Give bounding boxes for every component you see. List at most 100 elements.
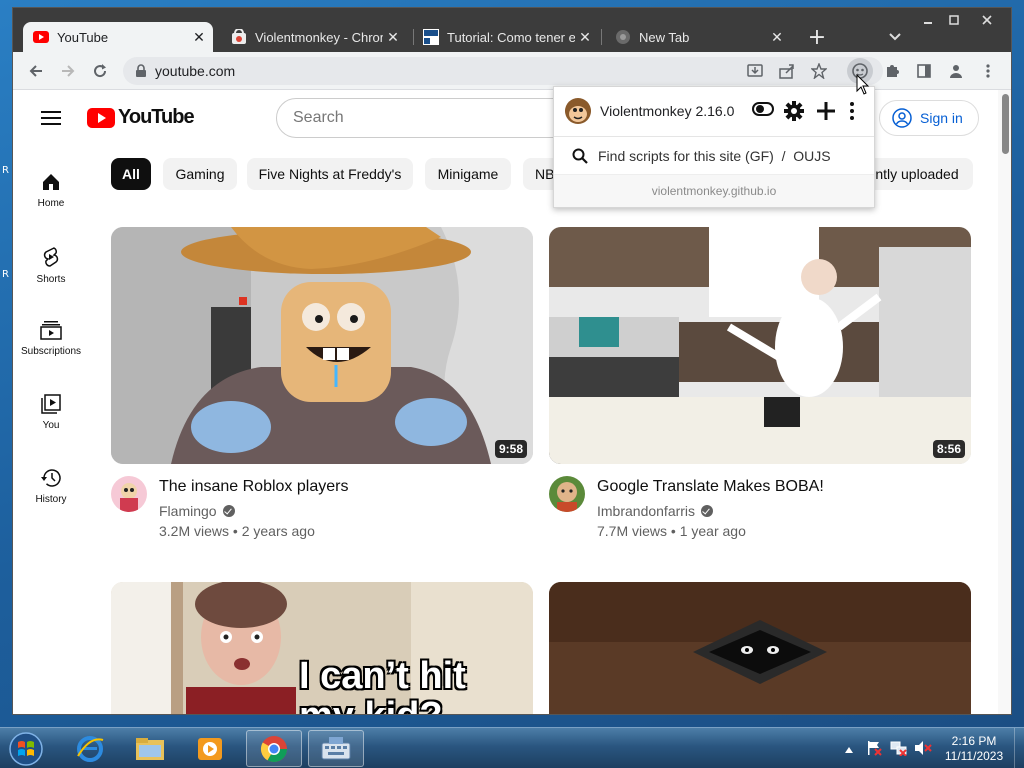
settings-gear-icon[interactable] <box>784 101 804 126</box>
tab-close-icon[interactable]: ✕ <box>767 29 787 46</box>
tab-close-icon[interactable]: ✕ <box>189 29 209 46</box>
start-button[interactable] <box>4 728 48 768</box>
guide-item-shorts[interactable]: Shorts <box>13 234 89 298</box>
new-tab-favicon-icon <box>615 29 631 45</box>
video-title[interactable]: The insane Roblox players <box>159 478 348 496</box>
guide-item-home[interactable]: Home <box>13 160 89 224</box>
verified-badge-icon <box>701 505 714 517</box>
install-app-icon[interactable] <box>747 63 763 84</box>
chip-five-nights-at-freddys[interactable]: Five Nights at Freddy's <box>247 158 413 190</box>
system-clock[interactable]: 2:16 PM 11/11/2023 <box>938 734 1010 764</box>
network-icon[interactable] <box>890 740 908 761</box>
video-title[interactable]: Google Translate Makes BOBA! <box>597 478 824 496</box>
forward-button[interactable] <box>55 58 81 84</box>
guide-item-subscriptions[interactable]: Subscriptions <box>13 308 89 372</box>
tab-close-icon[interactable]: ✕ <box>575 29 595 46</box>
hamburger-menu-icon[interactable] <box>41 110 61 131</box>
maximize-button[interactable] <box>943 11 965 29</box>
close-window-button[interactable] <box>971 11 1003 29</box>
keyboard-icon <box>321 736 351 759</box>
show-hidden-icons-chevron-icon[interactable] <box>844 741 854 759</box>
windows-taskbar: 2:16 PM 11/11/2023 <box>0 727 1024 768</box>
side-panel-button[interactable] <box>911 58 937 84</box>
windows-start-orb-icon <box>9 731 43 766</box>
reload-button[interactable] <box>87 58 113 84</box>
puzzle-icon <box>887 65 899 77</box>
imbrandonfarris-avatar-image <box>549 476 585 512</box>
tab-violentmonkey[interactable]: Violentmonkey - Chrom ✕ <box>221 22 407 52</box>
extensions-button[interactable] <box>879 58 905 84</box>
taskbar-google-chrome[interactable] <box>246 730 302 767</box>
taskbar-on-screen-keyboard[interactable] <box>308 730 364 767</box>
find-scripts-label[interactable]: Find scripts for this site (GF) / OUJS <box>598 148 831 164</box>
tab-strip: YouTube ✕ Violentmonkey - Chrom ✕ Tutori… <box>13 8 1011 52</box>
chip-all[interactable]: All <box>111 158 151 190</box>
tab-title: New Tab <box>639 29 690 45</box>
ceiling-vent-thumbnail-image <box>549 582 971 714</box>
channel-name[interactable]: Flamingo <box>159 503 235 519</box>
taskbar-internet-explorer[interactable] <box>62 730 118 767</box>
side-panel-icon <box>917 64 931 78</box>
guide-item-label: You <box>42 420 60 431</box>
internet-explorer-icon <box>77 735 104 762</box>
add-script-plus-icon[interactable] <box>816 101 836 126</box>
search-icon <box>572 148 588 164</box>
violentmonkey-homepage-link[interactable]: violentmonkey.github.io <box>554 174 874 207</box>
bit-favicon-icon <box>423 29 439 45</box>
youtube-favicon-icon <box>33 29 49 45</box>
volume-muted-icon[interactable] <box>914 740 932 761</box>
chip-recently-uploaded[interactable]: ntly uploaded <box>861 158 973 190</box>
sign-in-button[interactable]: Sign in <box>879 100 979 136</box>
video-duration: 9:58 <box>494 440 527 458</box>
profile-button[interactable] <box>943 58 969 84</box>
youtube-logo[interactable]: YouTube <box>87 106 195 129</box>
verified-badge-icon <box>222 505 235 517</box>
url-text: youtube.com <box>155 63 236 79</box>
new-tab-button[interactable]: + <box>803 25 831 50</box>
tab-search-button[interactable] <box>881 28 909 46</box>
tab-tutorial[interactable]: Tutorial: Como tener el t ✕ <box>413 22 599 52</box>
video-thumbnail[interactable]: 8:56 <box>549 227 971 464</box>
video-card[interactable]: I can’t hit my kid? <box>111 582 533 714</box>
bookmark-star-icon[interactable] <box>810 62 828 84</box>
minimize-button[interactable] <box>917 11 939 29</box>
chrome-web-store-favicon-icon <box>231 29 247 45</box>
video-thumbnail[interactable]: 9:58 <box>111 227 533 464</box>
page-scrollbar[interactable] <box>998 90 1011 714</box>
channel-avatar[interactable] <box>549 476 585 512</box>
video-thumbnail[interactable] <box>549 582 971 714</box>
chrome-menu-button[interactable] <box>975 58 1001 84</box>
address-bar[interactable]: youtube.com <box>123 57 883 85</box>
more-options-kebab-icon[interactable] <box>850 101 854 126</box>
channel-avatar[interactable] <box>111 476 147 512</box>
show-desktop-button[interactable] <box>1014 728 1024 768</box>
taskbar-file-explorer[interactable] <box>122 730 178 767</box>
youtube-logo-icon <box>87 107 115 128</box>
home-icon <box>43 174 59 190</box>
action-center-flag-icon[interactable] <box>866 740 882 761</box>
tab-close-icon[interactable]: ✕ <box>383 29 403 46</box>
taskbar-media-player[interactable] <box>182 730 238 767</box>
toggle-enabled-icon[interactable] <box>752 102 774 121</box>
guide-item-label: Shorts <box>36 274 66 285</box>
back-button[interactable] <box>23 58 49 84</box>
guide-item-label: Subscriptions <box>20 346 82 357</box>
chip-gaming[interactable]: Gaming <box>163 158 237 190</box>
video-thumbnail[interactable]: I can’t hit my kid? <box>111 582 533 714</box>
guide-item-history[interactable]: History <box>13 456 89 520</box>
desktop-edge-label: R <box>2 269 9 280</box>
scrollbar-thumb[interactable] <box>1002 94 1009 154</box>
lock-icon[interactable] <box>135 64 147 83</box>
channel-name[interactable]: Imbrandonfarris <box>597 503 714 519</box>
tab-new-tab[interactable]: New Tab ✕ <box>605 22 791 52</box>
tab-youtube[interactable]: YouTube ✕ <box>23 22 213 52</box>
find-scripts-row[interactable]: Find scripts for this site (GF) / OUJS <box>554 138 874 174</box>
roblox-thumbnail-image <box>111 227 533 464</box>
clock-date: 11/11/2023 <box>944 749 1004 763</box>
arrow-right-icon <box>62 65 75 77</box>
violentmonkey-popup-header: Violentmonkey 2.16.0 <box>554 87 874 137</box>
guide-item-you[interactable]: You <box>13 382 89 446</box>
chip-minigame[interactable]: Minigame <box>425 158 511 190</box>
share-icon[interactable] <box>779 63 795 84</box>
video-card[interactable] <box>549 582 971 714</box>
